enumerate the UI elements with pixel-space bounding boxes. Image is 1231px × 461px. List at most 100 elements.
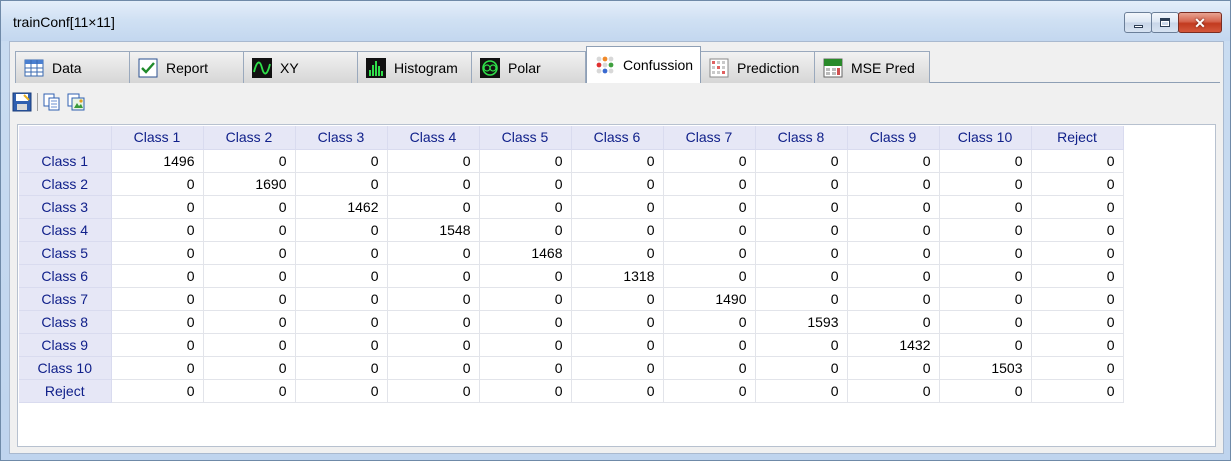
column-header[interactable]: Class 10 <box>939 126 1032 150</box>
matrix-cell[interactable]: 0 <box>663 333 756 357</box>
matrix-cell[interactable]: 0 <box>663 149 756 173</box>
column-header[interactable]: Class 4 <box>387 126 480 150</box>
matrix-cell[interactable]: 0 <box>1031 195 1124 219</box>
matrix-cell[interactable]: 0 <box>479 195 572 219</box>
matrix-cell[interactable]: 0 <box>939 333 1032 357</box>
matrix-cell[interactable]: 0 <box>847 172 940 196</box>
tab-mse-pred[interactable]: MSE Pred <box>814 51 930 83</box>
matrix-cell[interactable]: 0 <box>847 287 940 311</box>
matrix-cell[interactable]: 0 <box>295 287 388 311</box>
matrix-cell[interactable]: 1503 <box>939 356 1032 380</box>
column-header[interactable]: Class 9 <box>847 126 940 150</box>
matrix-cell[interactable]: 0 <box>203 287 296 311</box>
matrix-cell[interactable]: 0 <box>847 241 940 265</box>
tab-polar[interactable]: Polar <box>471 51 586 83</box>
export-image-button[interactable] <box>66 92 86 112</box>
matrix-cell[interactable]: 0 <box>1031 356 1124 380</box>
matrix-cell[interactable]: 0 <box>387 264 480 288</box>
matrix-cell[interactable]: 0 <box>755 172 848 196</box>
matrix-cell[interactable]: 0 <box>387 149 480 173</box>
matrix-cell[interactable]: 0 <box>663 264 756 288</box>
matrix-cell[interactable]: 0 <box>203 195 296 219</box>
matrix-cell[interactable]: 0 <box>571 310 664 334</box>
matrix-cell[interactable]: 0 <box>203 310 296 334</box>
matrix-cell[interactable]: 0 <box>479 310 572 334</box>
matrix-cell[interactable]: 0 <box>203 241 296 265</box>
matrix-cell[interactable]: 0 <box>295 149 388 173</box>
matrix-cell[interactable]: 0 <box>571 379 664 403</box>
matrix-cell[interactable]: 0 <box>387 195 480 219</box>
matrix-cell[interactable]: 1690 <box>203 172 296 196</box>
column-header[interactable]: Reject <box>1031 126 1124 150</box>
matrix-cell[interactable]: 0 <box>847 264 940 288</box>
matrix-cell[interactable]: 0 <box>111 241 204 265</box>
row-header[interactable]: Class 2 <box>19 172 112 196</box>
matrix-cell[interactable]: 0 <box>203 149 296 173</box>
column-header[interactable]: Class 6 <box>571 126 664 150</box>
matrix-cell[interactable]: 0 <box>755 241 848 265</box>
matrix-cell[interactable]: 0 <box>939 149 1032 173</box>
matrix-cell[interactable]: 0 <box>755 218 848 242</box>
matrix-cell[interactable]: 0 <box>571 149 664 173</box>
matrix-cell[interactable]: 0 <box>847 379 940 403</box>
column-header[interactable]: Class 5 <box>479 126 572 150</box>
matrix-cell[interactable]: 0 <box>755 195 848 219</box>
matrix-cell[interactable]: 1468 <box>479 241 572 265</box>
matrix-cell[interactable]: 0 <box>203 356 296 380</box>
matrix-cell[interactable]: 0 <box>387 241 480 265</box>
matrix-cell[interactable]: 0 <box>387 287 480 311</box>
matrix-cell[interactable]: 0 <box>111 379 204 403</box>
matrix-cell[interactable]: 0 <box>1031 218 1124 242</box>
matrix-cell[interactable]: 0 <box>387 379 480 403</box>
matrix-cell[interactable]: 0 <box>663 310 756 334</box>
matrix-cell[interactable]: 0 <box>1031 379 1124 403</box>
matrix-cell[interactable]: 1496 <box>111 149 204 173</box>
column-header[interactable]: Class 8 <box>755 126 848 150</box>
close-button[interactable]: ✕ <box>1178 12 1222 33</box>
matrix-cell[interactable]: 0 <box>479 356 572 380</box>
matrix-cell[interactable]: 0 <box>479 379 572 403</box>
matrix-cell[interactable]: 0 <box>387 310 480 334</box>
row-header[interactable]: Class 9 <box>19 333 112 357</box>
row-header[interactable]: Class 10 <box>19 356 112 380</box>
matrix-cell[interactable]: 0 <box>755 379 848 403</box>
matrix-cell[interactable]: 0 <box>479 264 572 288</box>
row-header[interactable]: Class 4 <box>19 218 112 242</box>
matrix-cell[interactable]: 1462 <box>295 195 388 219</box>
matrix-cell[interactable]: 0 <box>203 333 296 357</box>
matrix-cell[interactable]: 0 <box>1031 287 1124 311</box>
matrix-cell[interactable]: 0 <box>111 356 204 380</box>
minimize-button[interactable] <box>1124 12 1152 33</box>
matrix-cell[interactable]: 0 <box>939 310 1032 334</box>
matrix-cell[interactable]: 0 <box>479 333 572 357</box>
tab-prediction[interactable]: Prediction <box>700 51 815 83</box>
tab-histogram[interactable]: Histogram <box>357 51 472 83</box>
matrix-cell[interactable]: 1432 <box>847 333 940 357</box>
matrix-cell[interactable]: 0 <box>571 333 664 357</box>
matrix-cell[interactable]: 0 <box>571 287 664 311</box>
column-header[interactable]: Class 2 <box>203 126 296 150</box>
matrix-cell[interactable]: 0 <box>939 172 1032 196</box>
matrix-cell[interactable]: 0 <box>111 287 204 311</box>
matrix-cell[interactable]: 0 <box>295 356 388 380</box>
matrix-cell[interactable]: 0 <box>847 195 940 219</box>
matrix-cell[interactable]: 0 <box>1031 333 1124 357</box>
matrix-cell[interactable]: 0 <box>939 218 1032 242</box>
save-button[interactable] <box>12 92 32 112</box>
matrix-cell[interactable]: 0 <box>939 379 1032 403</box>
matrix-cell[interactable]: 0 <box>571 195 664 219</box>
row-header[interactable]: Class 8 <box>19 310 112 334</box>
matrix-cell[interactable]: 0 <box>847 310 940 334</box>
column-header[interactable]: Class 7 <box>663 126 756 150</box>
matrix-cell[interactable]: 0 <box>571 218 664 242</box>
matrix-cell[interactable]: 0 <box>111 264 204 288</box>
matrix-cell[interactable]: 1318 <box>571 264 664 288</box>
matrix-cell[interactable]: 0 <box>939 241 1032 265</box>
row-header[interactable]: Reject <box>19 379 112 403</box>
column-header[interactable]: Class 3 <box>295 126 388 150</box>
matrix-cell[interactable]: 0 <box>203 264 296 288</box>
matrix-cell[interactable]: 0 <box>663 195 756 219</box>
matrix-cell[interactable]: 0 <box>755 264 848 288</box>
matrix-cell[interactable]: 0 <box>111 218 204 242</box>
matrix-cell[interactable]: 0 <box>755 287 848 311</box>
